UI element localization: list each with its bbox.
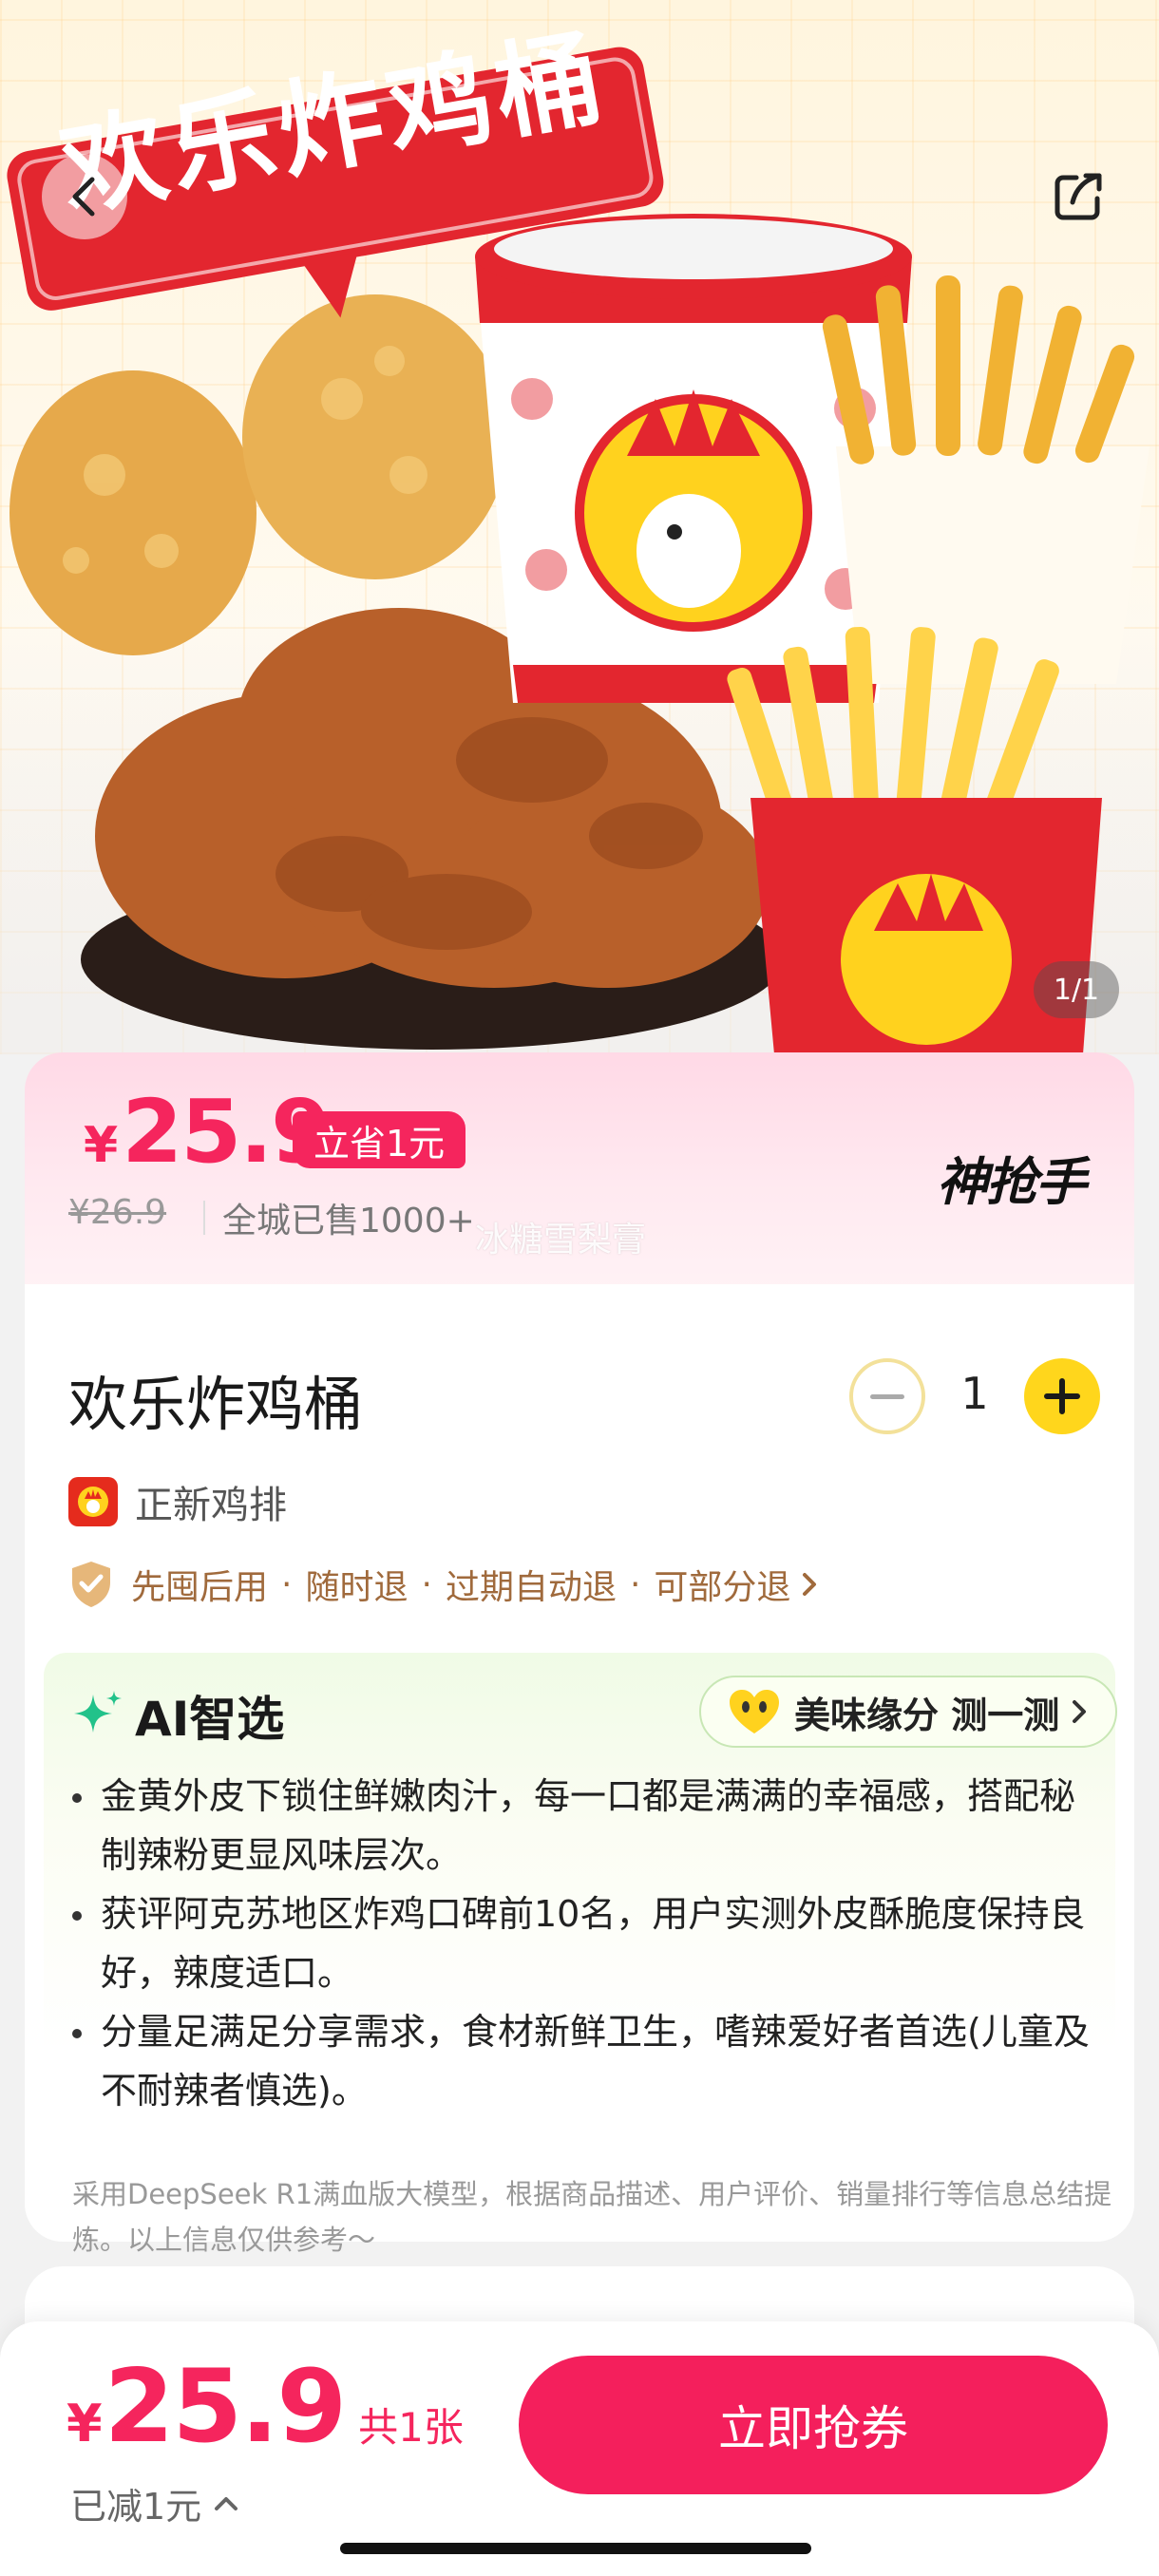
ai-title: AI智选 — [135, 1692, 285, 1747]
policy-item: 先囤后用 — [131, 1568, 269, 1607]
image-counter: 1/1 — [1034, 961, 1119, 1018]
chevron-up-icon — [215, 2496, 238, 2510]
original-price: ¥26.9 — [68, 1193, 167, 1232]
shield-icon — [72, 1562, 110, 1607]
ai-point: 获评阿克苏地区炸鸡口碑前10名，用户实测外皮酥脆度保持良好，辣度适口。 — [66, 1885, 1102, 2002]
policy-item: 随时退 — [305, 1568, 408, 1607]
discount-detail-toggle[interactable]: 已减1元 — [70, 2477, 239, 2529]
product-image-carousel[interactable]: 欢乐炸鸡桶 1/1 — [0, 0, 1159, 1054]
ai-title-row: AI智选 — [70, 1681, 284, 1750]
total-value: 25.9 — [104, 2348, 348, 2465]
share-button[interactable] — [1036, 154, 1121, 239]
ai-point: 金黄外皮下锁住鲜嫩肉汁，每一口都是满满的幸福感，搭配秘制辣粉更显风味层次。 — [66, 1767, 1102, 1885]
chevron-right-icon — [803, 1573, 817, 1596]
taste-match-button[interactable]: 美味缘分 测一测 — [699, 1676, 1117, 1748]
ai-summary-box: AI智选 美味缘分 测一测 金黄外皮下锁住鲜嫩肉汁，每一口都是满满的幸福感，搭配… — [44, 1653, 1117, 2256]
heart-face-icon — [730, 1690, 779, 1733]
watermark: 冰糖雪梨膏 — [475, 1221, 647, 1260]
policy-text: 先囤后用 · 随时退 · 过期自动退 · 可部分退 — [131, 1560, 821, 1609]
policy-item: 过期自动退 — [445, 1568, 617, 1607]
back-icon — [72, 177, 95, 217]
shop-logo-icon — [68, 1477, 118, 1526]
shop-row[interactable]: 正新鸡排 — [68, 1474, 287, 1529]
home-indicator — [340, 2543, 811, 2554]
total-price: ¥ 25.9 共1张 — [66, 2348, 464, 2465]
taste-match-label: 美味缘分 测一测 — [794, 1694, 1060, 1736]
quantity-minus-button[interactable] — [849, 1358, 925, 1434]
sparkle-icon — [74, 1691, 122, 1733]
product-title: 欢乐炸鸡桶 — [68, 1370, 364, 1439]
policy-item: 可部分退 — [654, 1568, 791, 1607]
total-currency: ¥ — [66, 2394, 103, 2453]
share-icon — [1054, 173, 1102, 220]
product-detail-card: 欢乐炸鸡桶 1 正新鸡排 先囤后用 · 随时退 · 过期自动退 · 可部分退 A… — [25, 1284, 1134, 2256]
ai-point: 分量足满足分享需求，食材新鲜卫生，嗜辣爱好者首选(儿童及不耐辣者慎选)。 — [66, 2002, 1102, 2120]
bottom-action-bar: ¥ 25.9 共1张 已减1元 立即抢券 — [0, 2321, 1159, 2576]
quantity-plus-button[interactable] — [1024, 1358, 1100, 1434]
sold-count: 全城已售1000+ — [222, 1202, 475, 1241]
refund-policy-row[interactable]: 先囤后用 · 随时退 · 过期自动退 · 可部分退 — [68, 1560, 821, 1609]
plus-icon — [1044, 1378, 1080, 1414]
price-banner: ¥ 25.9 立省1元 ¥26.9 全城已售1000+ 神抢手 冰糖雪梨膏 — [25, 1052, 1134, 1290]
policy-separator: · — [629, 1564, 641, 1604]
shop-name: 正新鸡排 — [135, 1484, 287, 1527]
ai-disclaimer: 采用DeepSeek R1满血版大模型，根据商品描述、用户评价、销量排行等信息总… — [72, 2178, 1112, 2256]
quantity-value: 1 — [960, 1368, 989, 1419]
chevron-right-icon — [1073, 1700, 1087, 1723]
back-button[interactable] — [42, 154, 127, 239]
save-tag: 立省1元 — [293, 1111, 466, 1168]
ai-point-list: 金黄外皮下锁住鲜嫩肉汁，每一口都是满满的幸福感，搭配秘制辣粉更显风味层次。 获评… — [66, 1767, 1102, 2120]
buy-now-button[interactable]: 立即抢券 — [519, 2356, 1108, 2494]
policy-separator: · — [421, 1564, 432, 1604]
brand-logo: 神抢手 — [937, 1152, 1087, 1212]
voucher-count: 共1张 — [358, 2404, 464, 2451]
price-currency: ¥ — [84, 1117, 119, 1174]
policy-separator: · — [281, 1564, 293, 1604]
reduced-amount: 已减1元 — [70, 2486, 202, 2528]
